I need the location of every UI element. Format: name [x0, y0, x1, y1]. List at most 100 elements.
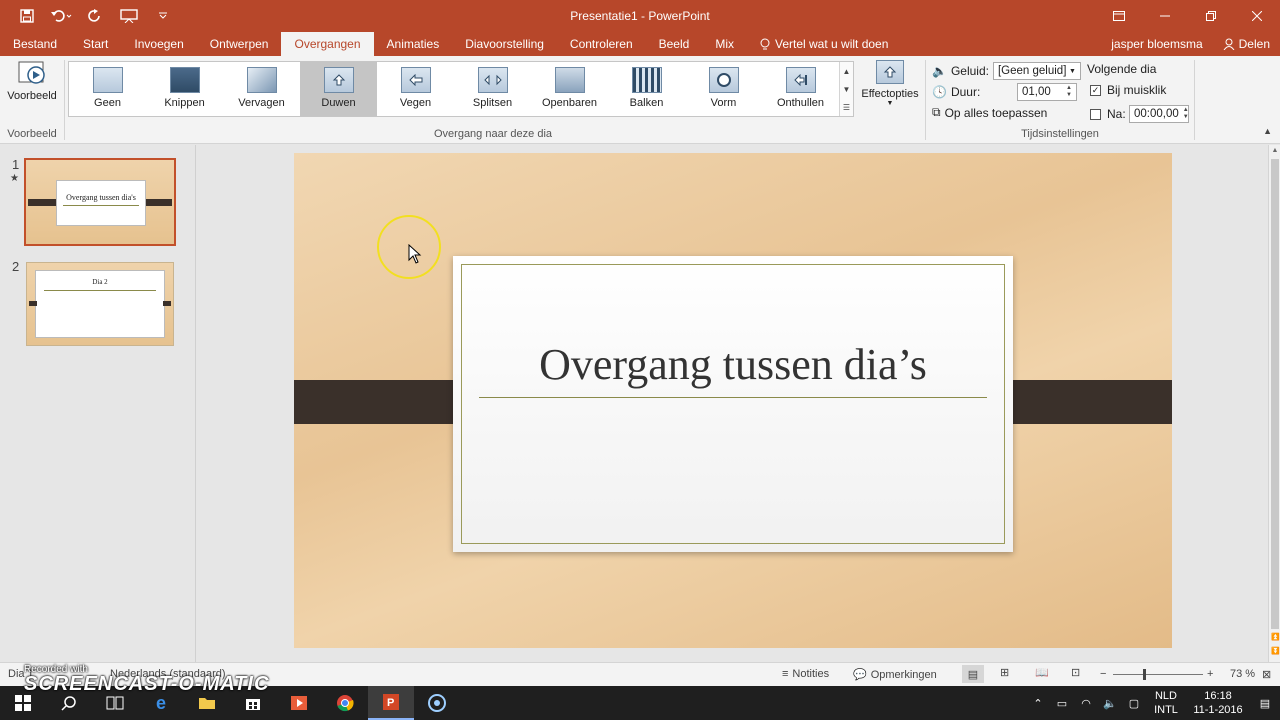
- apply-all-button[interactable]: ⧉ Op alles toepassen: [932, 105, 1047, 120]
- vertical-scrollbar[interactable]: ▲ ⏫ ⏬: [1268, 145, 1280, 662]
- notes-button[interactable]: ≡ Notities: [782, 668, 829, 680]
- transition-geen[interactable]: Geen: [69, 62, 146, 116]
- start-slideshow-button[interactable]: [112, 0, 146, 32]
- tab-mix[interactable]: Mix: [702, 32, 747, 56]
- zoom-level[interactable]: 73 %: [1230, 668, 1255, 680]
- after-stepper[interactable]: 00:00,00 ▲ ▼: [1129, 105, 1189, 123]
- restore-button[interactable]: [1188, 0, 1234, 32]
- sound-label: Geluid:: [950, 64, 989, 78]
- slide-title[interactable]: Overgang tussen dia’s: [453, 339, 1013, 390]
- scroll-up-icon[interactable]: ▲: [1271, 147, 1279, 154]
- transition-star-icon: ★: [10, 173, 19, 184]
- tab-beeld[interactable]: Beeld: [646, 32, 703, 56]
- slide-thumbnail-1[interactable]: Overgang tussen dia's: [24, 158, 176, 246]
- fit-window-icon: ⊠: [1262, 669, 1272, 681]
- transition-duwen[interactable]: Duwen: [300, 62, 377, 116]
- tab-overgangen[interactable]: Overgangen: [281, 32, 374, 56]
- effect-options-label: Effectopties: [861, 88, 919, 100]
- tray-expand-icon[interactable]: ⌃: [1026, 697, 1050, 710]
- fit-to-window-button[interactable]: ⊠: [1262, 668, 1271, 681]
- reading-view-button[interactable]: 📖: [1035, 666, 1049, 679]
- checkbox-checked-icon[interactable]: ✓: [1090, 84, 1101, 96]
- redo-button[interactable]: [78, 0, 112, 32]
- clock[interactable]: 16:18 11-1-2016: [1186, 689, 1250, 717]
- task-view-icon: [106, 696, 124, 710]
- gallery-more-icon[interactable]: ☰: [843, 103, 850, 112]
- after-label: Na:: [1107, 107, 1126, 121]
- slide-thumbnail-pane: 1 ★ Overgang tussen dia's 2 Dia 2: [0, 145, 196, 662]
- input-language[interactable]: NLD INTL: [1146, 689, 1186, 717]
- preview-button[interactable]: Voorbeeld: [4, 60, 60, 120]
- close-button[interactable]: [1234, 0, 1280, 32]
- transition-vervagen[interactable]: Vervagen: [223, 62, 300, 116]
- undo-button[interactable]: [44, 0, 78, 32]
- slideshow-view-button[interactable]: ⊡: [1071, 666, 1080, 679]
- save-button[interactable]: [10, 0, 44, 32]
- share-button[interactable]: Delen: [1223, 37, 1270, 51]
- tab-invoegen[interactable]: Invoegen: [121, 32, 196, 56]
- tell-me-text: Vertel wat u wilt doen: [775, 37, 889, 51]
- battery-icon[interactable]: ▭: [1050, 697, 1074, 710]
- transition-balken[interactable]: Balken: [608, 62, 685, 116]
- action-center-icon[interactable]: ▤: [1250, 697, 1280, 710]
- on-click-checkbox[interactable]: ✓ Bij muisklik: [1090, 83, 1166, 97]
- preview-group-label: Voorbeeld: [7, 128, 57, 140]
- gallery-up-icon[interactable]: ▲: [843, 67, 851, 76]
- tab-ontwerpen[interactable]: Ontwerpen: [197, 32, 282, 56]
- normal-view-button[interactable]: ▤: [962, 665, 984, 683]
- tab-start[interactable]: Start: [70, 32, 121, 56]
- clock-time: 16:18: [1204, 690, 1232, 702]
- ribbon-separator: [1194, 60, 1195, 140]
- svg-text:P: P: [387, 697, 394, 709]
- gallery-down-icon[interactable]: ▼: [843, 85, 851, 94]
- scroll-thumb[interactable]: [1271, 159, 1279, 629]
- zoom-slider-thumb[interactable]: [1143, 669, 1146, 680]
- collapse-ribbon-button[interactable]: ▲: [1263, 126, 1272, 136]
- transition-knippen[interactable]: Knippen: [146, 62, 223, 116]
- notifications-icon[interactable]: ▢: [1122, 697, 1146, 710]
- current-slide[interactable]: Overgang tussen dia’s: [294, 153, 1172, 648]
- next-slide-icon[interactable]: ⏬: [1271, 647, 1280, 655]
- spin-arrows-icon[interactable]: ▲ ▼: [1066, 85, 1072, 99]
- user-name[interactable]: jasper bloemsma: [1111, 37, 1202, 51]
- tab-diavoorstelling[interactable]: Diavoorstelling: [452, 32, 557, 56]
- on-click-label: Bij muisklik: [1107, 83, 1167, 97]
- chrome-button[interactable]: [322, 686, 368, 720]
- gallery-scroll[interactable]: ▲ ▼ ☰: [839, 62, 853, 116]
- slide-sorter-button[interactable]: ⊞: [1000, 666, 1009, 679]
- transition-splitsen[interactable]: Splitsen: [454, 62, 531, 116]
- volume-icon[interactable]: 🔈: [1098, 697, 1122, 710]
- transition-openbaren[interactable]: Openbaren: [531, 62, 608, 116]
- spin-arrows-icon[interactable]: ▲ ▼: [1183, 107, 1189, 121]
- sound-select[interactable]: [Geen geluid] ▼: [992, 62, 1081, 80]
- minimize-button[interactable]: [1142, 0, 1188, 32]
- share-label: Delen: [1238, 37, 1270, 51]
- comments-button[interactable]: 💬 Opmerkingen: [853, 668, 937, 682]
- tab-animaties[interactable]: Animaties: [374, 32, 453, 56]
- ribbon-display-options-button[interactable]: [1096, 0, 1142, 32]
- customize-qat-button[interactable]: [146, 0, 180, 32]
- media-player-button[interactable]: [276, 686, 322, 720]
- powerpoint-taskbar-button[interactable]: P: [368, 686, 414, 720]
- preview-label: Voorbeeld: [7, 90, 57, 102]
- zoom-in-button[interactable]: +: [1207, 668, 1213, 680]
- transition-onthullen[interactable]: Onthullen: [762, 62, 839, 116]
- transition-fade-icon: [246, 67, 277, 93]
- after-checkbox[interactable]: [1090, 108, 1101, 120]
- tell-me-box[interactable]: Vertel wat u wilt doen: [747, 32, 901, 56]
- duration-stepper[interactable]: 01,00 ▲ ▼: [1016, 83, 1077, 101]
- timing-group-label: Tijdsinstellingen: [1021, 128, 1099, 140]
- effect-options-button[interactable]: Effectopties ▼: [858, 60, 922, 122]
- transition-vegen[interactable]: Vegen: [377, 62, 454, 116]
- prev-slide-icon[interactable]: ⏫: [1271, 633, 1280, 641]
- slide-thumbnail-2[interactable]: Dia 2: [26, 262, 174, 346]
- screencast-button[interactable]: [414, 686, 460, 720]
- title-card-border: [461, 264, 1005, 544]
- wifi-icon[interactable]: ◠: [1074, 697, 1098, 710]
- transition-vorm[interactable]: Vorm: [685, 62, 762, 116]
- zoom-out-button[interactable]: −: [1100, 668, 1106, 680]
- tab-controleren[interactable]: Controleren: [557, 32, 646, 56]
- tab-bestand[interactable]: Bestand: [0, 32, 70, 56]
- transition-label: Geen: [94, 97, 121, 109]
- zoom-slider[interactable]: [1113, 669, 1203, 680]
